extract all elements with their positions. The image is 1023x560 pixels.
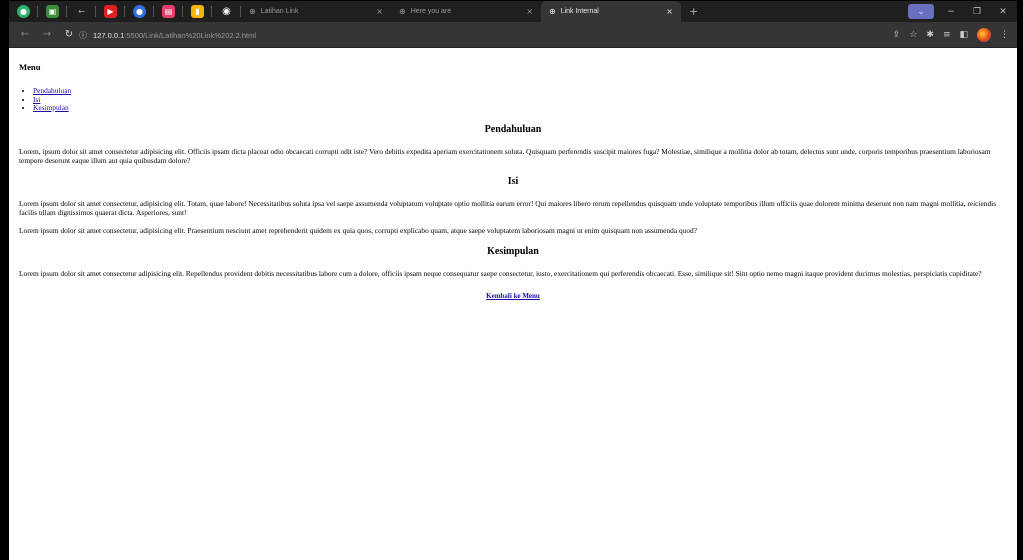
tab-label: Latihan Link bbox=[260, 8, 299, 15]
menu-link-kesimpulan[interactable]: Kesimpulan bbox=[33, 103, 69, 112]
youtube-icon[interactable]: ▶ bbox=[104, 5, 117, 18]
app-icon[interactable]: ▣ bbox=[46, 5, 59, 18]
pinned-tab-icon[interactable]: ▤ bbox=[162, 5, 175, 18]
toolbar-icons: ⇪ ☆ ✱ ≡ ◧ ⋮ bbox=[893, 22, 1009, 48]
back-to-menu-link[interactable]: Kembali ke Menu bbox=[486, 292, 540, 300]
star-icon[interactable]: ☆ bbox=[909, 30, 917, 40]
menu-title: Menu bbox=[19, 62, 41, 72]
tab-here-you-are[interactable]: ⊕ Here you are × bbox=[391, 1, 541, 22]
globe-icon: ⊕ bbox=[549, 7, 556, 16]
url-host: 127.0.0.1 bbox=[93, 30, 125, 40]
tab-label: Link Internal bbox=[560, 8, 599, 15]
address-bar[interactable]: ⓘ 127.0.0.1 :5500/Link/Latihan%20Link%20… bbox=[79, 26, 799, 44]
pinned-tab-icon[interactable]: ▮ bbox=[191, 5, 204, 18]
section-paragraph: Lorem, ipsum dolor sit amet consectetur … bbox=[19, 146, 991, 165]
tab-link-internal[interactable]: ⊕ Link Internal × bbox=[541, 1, 681, 22]
tab-search-dropdown-icon[interactable]: ⌄ bbox=[908, 4, 934, 19]
tab-separator bbox=[124, 6, 125, 17]
restore-button[interactable]: ❐ bbox=[965, 1, 989, 22]
pinned-tab-icon[interactable]: ● bbox=[133, 5, 146, 18]
tab-bar: ● ▣ ← ▶ ● ▤ ▮ ◉ ⊕ Latihan Link × ⊕ Here … bbox=[9, 1, 1017, 22]
url-path: :5500/Link/Latihan%20Link%202.2.html bbox=[124, 30, 257, 40]
list-item: Isi bbox=[33, 95, 1007, 105]
reading-list-icon[interactable]: ≡ bbox=[943, 30, 951, 40]
back-arrow-icon[interactable]: ← bbox=[19, 29, 31, 40]
section-heading-isi: Isi bbox=[507, 175, 519, 187]
section-paragraph: Lorem ipsum dolor sit amet consectetur a… bbox=[19, 268, 982, 278]
info-icon[interactable]: ⓘ bbox=[79, 30, 87, 41]
reload-icon[interactable]: ↻ bbox=[63, 29, 75, 40]
section-heading-kesimpulan: Kesimpulan bbox=[487, 245, 539, 257]
tab-label: Here you are bbox=[410, 8, 452, 15]
profile-icon[interactable] bbox=[977, 28, 991, 42]
tab-separator bbox=[95, 6, 96, 17]
section-heading-pendahuluan: Pendahuluan bbox=[484, 123, 542, 135]
back-link-container: Kembali ke Menu bbox=[19, 292, 1007, 301]
whatsapp-icon[interactable]: ● bbox=[17, 5, 30, 18]
tab-latihan-link[interactable]: ⊕ Latihan Link × bbox=[241, 1, 391, 22]
page-content: Menu Pendahuluan Isi Kesimpulan Pendahul… bbox=[9, 49, 1017, 560]
close-window-button[interactable]: ✕ bbox=[991, 1, 1015, 22]
minimize-button[interactable]: − bbox=[939, 1, 963, 22]
list-item: Kesimpulan bbox=[33, 103, 1007, 113]
tab-close-icon[interactable]: × bbox=[526, 7, 533, 16]
globe-icon: ⊕ bbox=[249, 7, 256, 16]
tab-close-icon[interactable]: × bbox=[376, 7, 383, 16]
github-icon[interactable]: ◉ bbox=[220, 5, 233, 18]
section-paragraph: Lorem ipsum dolor sit amet consectetur, … bbox=[19, 198, 997, 217]
menu-dots-icon[interactable]: ⋮ bbox=[1000, 30, 1009, 40]
extensions-icon[interactable]: ✱ bbox=[926, 30, 934, 40]
tab-separator bbox=[37, 6, 38, 17]
tab-close-icon[interactable]: × bbox=[666, 7, 673, 16]
new-tab-button[interactable]: + bbox=[689, 5, 698, 18]
toolbar: ← → ↻ ⓘ 127.0.0.1 :5500/Link/Latihan%20L… bbox=[9, 22, 1017, 48]
side-panel-icon[interactable]: ◧ bbox=[959, 30, 968, 40]
pinned-tab-icon[interactable]: ← bbox=[75, 5, 88, 18]
forward-arrow-icon[interactable]: → bbox=[41, 29, 53, 40]
tab-separator bbox=[182, 6, 183, 17]
tab-separator bbox=[153, 6, 154, 17]
share-icon[interactable]: ⇪ bbox=[893, 30, 901, 40]
tab-separator bbox=[211, 6, 212, 17]
globe-icon: ⊕ bbox=[399, 7, 406, 16]
section-paragraph: Lorem ipsum dolor sit amet consectetur, … bbox=[19, 225, 698, 235]
tab-separator bbox=[66, 6, 67, 17]
menu-list: Pendahuluan Isi Kesimpulan bbox=[19, 86, 1007, 113]
list-item: Pendahuluan bbox=[33, 86, 1007, 96]
